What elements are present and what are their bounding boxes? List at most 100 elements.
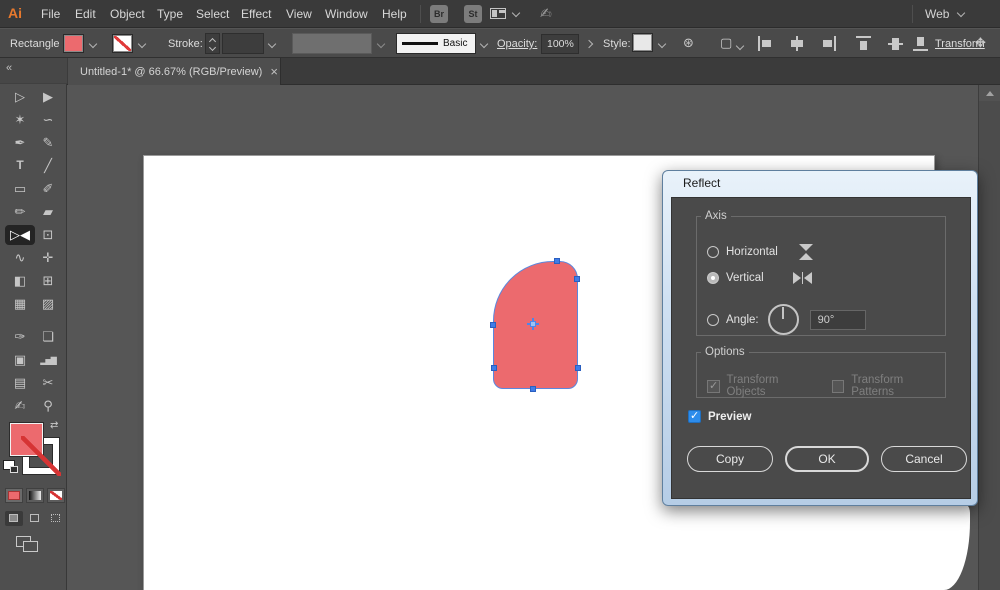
copy-button[interactable]: Copy	[687, 446, 773, 472]
draw-normal-button[interactable]	[5, 511, 23, 526]
anchor-handle[interactable]	[490, 322, 496, 328]
vertical-radio[interactable]	[707, 272, 719, 284]
reflect-tool[interactable]: ▷◀	[7, 227, 33, 243]
opacity-label[interactable]: Opacity:	[497, 38, 537, 50]
stroke-weight-stepper[interactable]	[205, 33, 220, 54]
curvature-tool[interactable]: ✎	[35, 135, 61, 151]
shape-properties-icon[interactable]: ▢	[720, 35, 732, 51]
pencil-tool[interactable]: ✏	[7, 204, 33, 220]
width-tool[interactable]: ∿	[7, 250, 33, 266]
stock-button[interactable]: St	[464, 5, 482, 23]
draw-inside-button[interactable]	[47, 511, 65, 526]
bridge-button[interactable]: Br	[430, 5, 448, 23]
draw-behind-button[interactable]	[26, 511, 44, 526]
transform-patterns-checkbox[interactable]	[832, 380, 845, 393]
none-mode-button[interactable]	[47, 488, 65, 503]
anchor-handle[interactable]	[574, 276, 580, 282]
menu-view[interactable]: View	[286, 7, 312, 21]
opacity-value[interactable]: 100%	[541, 34, 579, 54]
angle-label[interactable]: Angle:	[726, 314, 759, 326]
color-mode-button[interactable]	[5, 488, 23, 503]
app-logo[interactable]: Ai	[8, 5, 22, 21]
default-fill-stroke-icon[interactable]	[3, 460, 15, 470]
menu-select[interactable]: Select	[196, 7, 229, 21]
chevron-down-icon[interactable]	[480, 40, 488, 48]
style-swatch[interactable]	[632, 33, 653, 52]
chevron-right-icon[interactable]	[585, 40, 593, 48]
horizontal-label[interactable]: Horizontal	[726, 246, 778, 258]
paintbrush-tool[interactable]: ✐	[35, 181, 61, 197]
fill-color-swatch[interactable]	[63, 34, 84, 53]
eraser-tool[interactable]: ▰	[35, 204, 61, 220]
magic-wand-tool[interactable]: ✶	[7, 112, 33, 128]
blend-tool[interactable]: ❏	[35, 329, 61, 345]
anchor-handle[interactable]	[575, 365, 581, 371]
align-horizontal-left-icon[interactable]	[757, 36, 773, 51]
gradient-tool[interactable]: ▨	[35, 296, 61, 312]
puppet-warp-tool[interactable]: ✛	[35, 250, 61, 266]
screen-mode-button[interactable]	[16, 536, 40, 553]
canvas-area[interactable]: Reflect Axis Horizontal Vertical	[67, 85, 1000, 590]
mesh-tool[interactable]: ▦	[7, 296, 33, 312]
rectangle-tool[interactable]: ▭	[7, 181, 33, 197]
menu-edit[interactable]: Edit	[75, 7, 96, 21]
vertical-scrollbar[interactable]	[978, 85, 1000, 590]
align-horizontal-right-icon[interactable]	[821, 36, 837, 51]
selection-tool[interactable]: ▶	[35, 89, 61, 105]
chevron-down-icon[interactable]	[138, 40, 146, 48]
eyedropper-tool[interactable]: ✑	[7, 329, 33, 345]
align-vertical-top-icon[interactable]	[856, 36, 872, 51]
scroll-up-button[interactable]	[979, 85, 1000, 101]
gradient-mode-button[interactable]	[26, 488, 44, 503]
shape-builder-tool[interactable]: ◧	[7, 273, 33, 289]
direct-selection-tool[interactable]: ▷	[7, 89, 33, 105]
free-transform-tool[interactable]: ⊡	[35, 227, 61, 243]
chevron-down-icon[interactable]	[512, 9, 520, 17]
cancel-button[interactable]: Cancel	[881, 446, 967, 472]
arrange-documents-icon[interactable]	[490, 8, 506, 19]
workspace-switcher[interactable]: Web	[925, 7, 949, 21]
angle-dial-icon[interactable]	[768, 304, 799, 335]
menu-window[interactable]: Window	[325, 7, 368, 21]
align-horizontal-center-icon[interactable]	[789, 36, 805, 51]
chevron-down-icon[interactable]	[89, 40, 97, 48]
anchor-handle[interactable]	[491, 365, 497, 371]
align-vertical-center-icon[interactable]	[888, 36, 904, 51]
perspective-grid-tool[interactable]: ⊞	[35, 273, 61, 289]
stroke-weight-value[interactable]	[222, 33, 264, 54]
angle-input[interactable]: 90°	[810, 310, 866, 330]
swap-fill-stroke-icon[interactable]: ⇄	[50, 420, 58, 431]
anchor-handle[interactable]	[530, 386, 536, 392]
horizontal-radio[interactable]	[707, 246, 719, 258]
document-setup-icon[interactable]: ⊛	[683, 35, 694, 51]
collapse-panel-button[interactable]: «	[6, 62, 12, 74]
menu-file[interactable]: File	[41, 7, 60, 21]
preview-checkbox[interactable]: ✓	[688, 410, 701, 423]
menu-type[interactable]: Type	[157, 7, 183, 21]
artboard-tool[interactable]: ▤	[7, 375, 33, 391]
angle-radio[interactable]	[707, 314, 719, 326]
stroke-style-dropdown[interactable]: Basic	[396, 33, 476, 54]
graph-tool[interactable]: ▂▅▇	[35, 352, 61, 368]
align-vertical-bottom-icon[interactable]	[913, 36, 929, 51]
document-tab[interactable]: Untitled-1* @ 66.67% (RGB/Preview) ×	[68, 58, 281, 85]
chevron-down-icon[interactable]	[268, 40, 276, 48]
chevron-down-icon[interactable]	[957, 9, 965, 17]
hand-tool[interactable]: ✍	[7, 398, 33, 414]
symbol-sprayer-tool[interactable]: ▣	[7, 352, 33, 368]
chevron-down-icon[interactable]	[736, 42, 744, 50]
menu-object[interactable]: Object	[110, 7, 145, 21]
menu-help[interactable]: Help	[382, 7, 407, 21]
anchor-handle[interactable]	[554, 258, 560, 264]
transform-objects-checkbox[interactable]: ✓	[707, 380, 720, 393]
close-tab-button[interactable]: ×	[270, 65, 278, 78]
line-segment-tool[interactable]: ╱	[35, 158, 61, 174]
chevron-down-icon[interactable]	[658, 40, 666, 48]
preview-label[interactable]: Preview	[708, 411, 751, 423]
zoom-tool[interactable]: ⚲	[35, 398, 61, 414]
stroke-color-swatch[interactable]	[112, 34, 133, 53]
arrange-icon[interactable]: ✥	[975, 35, 986, 51]
pen-tool[interactable]: ✒	[7, 135, 33, 151]
menu-effect[interactable]: Effect	[241, 7, 271, 21]
vertical-label[interactable]: Vertical	[726, 272, 764, 284]
